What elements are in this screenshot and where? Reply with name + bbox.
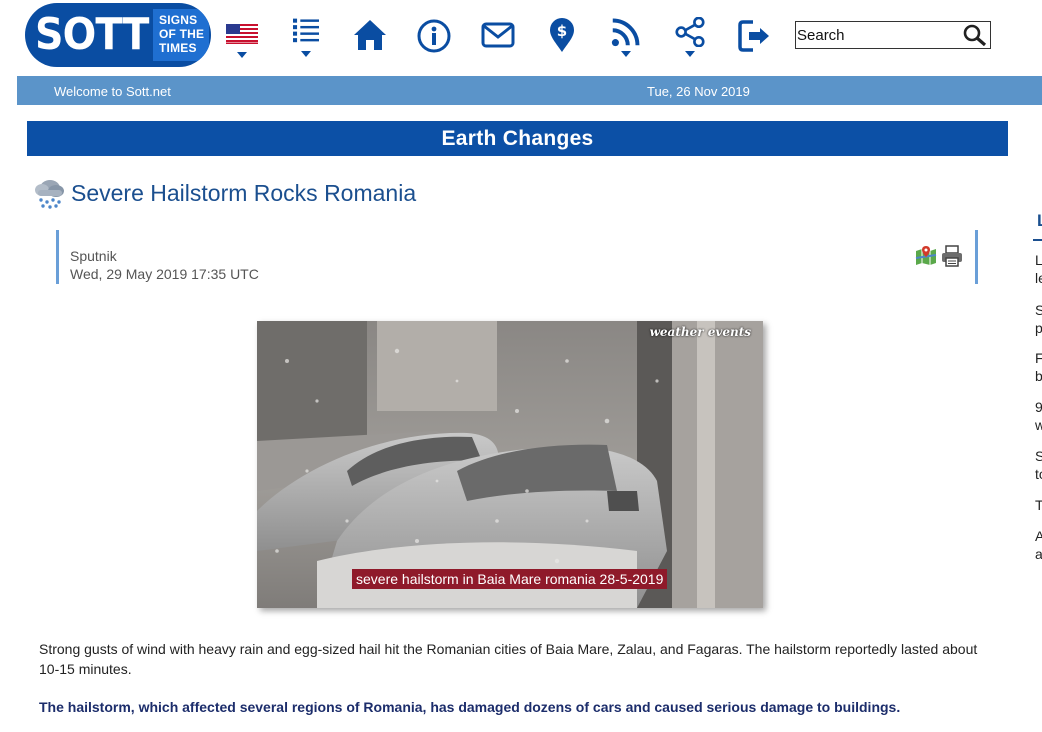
search-button[interactable] — [963, 24, 987, 47]
mail-icon — [481, 22, 515, 48]
info-button[interactable] — [417, 19, 451, 59]
image-caption: severe hailstorm in Baia Mare romania 28… — [352, 569, 668, 589]
sidebar-item-line: T — [1035, 497, 1042, 513]
sott-logo[interactable]: SOTT SIGNS OF THE TIMES — [25, 3, 211, 67]
source-border-left — [56, 230, 59, 284]
logo-wordmark: SOTT — [35, 9, 149, 60]
info-icon — [417, 19, 451, 53]
hailstorm-photo — [257, 321, 763, 608]
sidebar-divider — [1033, 239, 1042, 241]
us-flag-icon — [226, 24, 258, 44]
list-icon — [293, 18, 319, 43]
sidebar-item-line: b — [1035, 368, 1042, 384]
current-date: Tue, 26 Nov 2019 — [647, 84, 750, 99]
sidebar-item-line: A — [1035, 528, 1042, 544]
logo-tagline-line: SIGNS — [159, 13, 198, 27]
rss-icon — [611, 18, 640, 47]
search-icon — [963, 24, 987, 47]
info-bar: Welcome to Sott.net Tue, 26 Nov 2019 — [17, 76, 1042, 105]
sidebar-item-line: S — [1035, 448, 1042, 464]
login-button[interactable] — [738, 19, 772, 59]
sidebar-item[interactable]: A a — [1035, 527, 1042, 563]
chevron-down-icon — [301, 51, 311, 57]
sidebar-item[interactable]: S p — [1035, 301, 1042, 337]
sidebar-item-line: F — [1035, 350, 1042, 366]
article-paragraph: Strong gusts of wind with heavy rain and… — [39, 641, 978, 677]
sidebar-item-line: w — [1035, 417, 1042, 433]
hailstorm-icon — [33, 177, 65, 209]
printer-icon — [942, 245, 962, 267]
chevron-down-icon — [621, 51, 631, 57]
article-image[interactable]: weather events severe hailstorm in Baia … — [257, 321, 763, 608]
share-menu[interactable] — [673, 17, 707, 57]
chevron-down-icon — [237, 52, 247, 58]
donate-button[interactable]: $ — [548, 17, 576, 57]
sidebar-item[interactable]: S to — [1035, 447, 1042, 483]
search-input[interactable] — [797, 25, 957, 45]
section-title[interactable]: Earth Changes — [27, 121, 1008, 156]
logo-tagline-line: TIMES — [159, 41, 197, 55]
sidebar-item-line: le — [1035, 270, 1042, 286]
logo-tagline-line: OF THE — [159, 27, 205, 41]
article-title: Severe Hailstorm Rocks Romania — [71, 180, 417, 206]
map-button[interactable] — [915, 246, 937, 266]
home-icon — [354, 20, 386, 50]
source-border-right — [975, 230, 978, 284]
menu-list[interactable] — [289, 17, 323, 57]
sidebar-item-line: a — [1035, 546, 1042, 562]
share-icon — [675, 17, 705, 47]
language-menu[interactable] — [226, 24, 258, 64]
welcome-text: Welcome to Sott.net — [54, 84, 171, 99]
image-watermark: weather events — [649, 325, 751, 339]
sidebar-item-line: 9 — [1035, 399, 1042, 415]
sidebar-item-line: L — [1035, 252, 1042, 268]
map-icon — [915, 246, 937, 265]
print-button[interactable] — [941, 245, 963, 267]
sidebar-heading: L — [1037, 211, 1042, 231]
logo-pill: SOTT SIGNS OF THE TIMES — [25, 3, 211, 67]
rss-menu[interactable] — [609, 17, 643, 57]
svg-text:$: $ — [557, 22, 567, 40]
donate-icon: $ — [550, 18, 574, 52]
sidebar-item[interactable]: F b — [1035, 349, 1042, 385]
article-date: Wed, 29 May 2019 17:35 UTC — [70, 266, 259, 282]
sidebar-item-line: S — [1035, 302, 1042, 318]
sidebar-item-line: p — [1035, 320, 1042, 336]
sidebar-item[interactable]: 9 w — [1035, 398, 1042, 434]
sidebar-item-line: to — [1035, 466, 1042, 482]
chevron-down-icon — [685, 51, 695, 57]
home-button[interactable] — [353, 19, 387, 59]
logo-tagline: SIGNS OF THE TIMES — [153, 9, 209, 61]
search-box — [795, 21, 991, 49]
sidebar-item[interactable]: T — [1035, 496, 1042, 514]
article-source[interactable]: Sputnik — [70, 248, 117, 264]
article-paragraph-bold: The hailstorm, which affected several re… — [39, 699, 901, 715]
sidebar-item[interactable]: L le — [1035, 251, 1042, 287]
login-icon — [738, 20, 769, 52]
contact-button[interactable] — [481, 22, 515, 62]
